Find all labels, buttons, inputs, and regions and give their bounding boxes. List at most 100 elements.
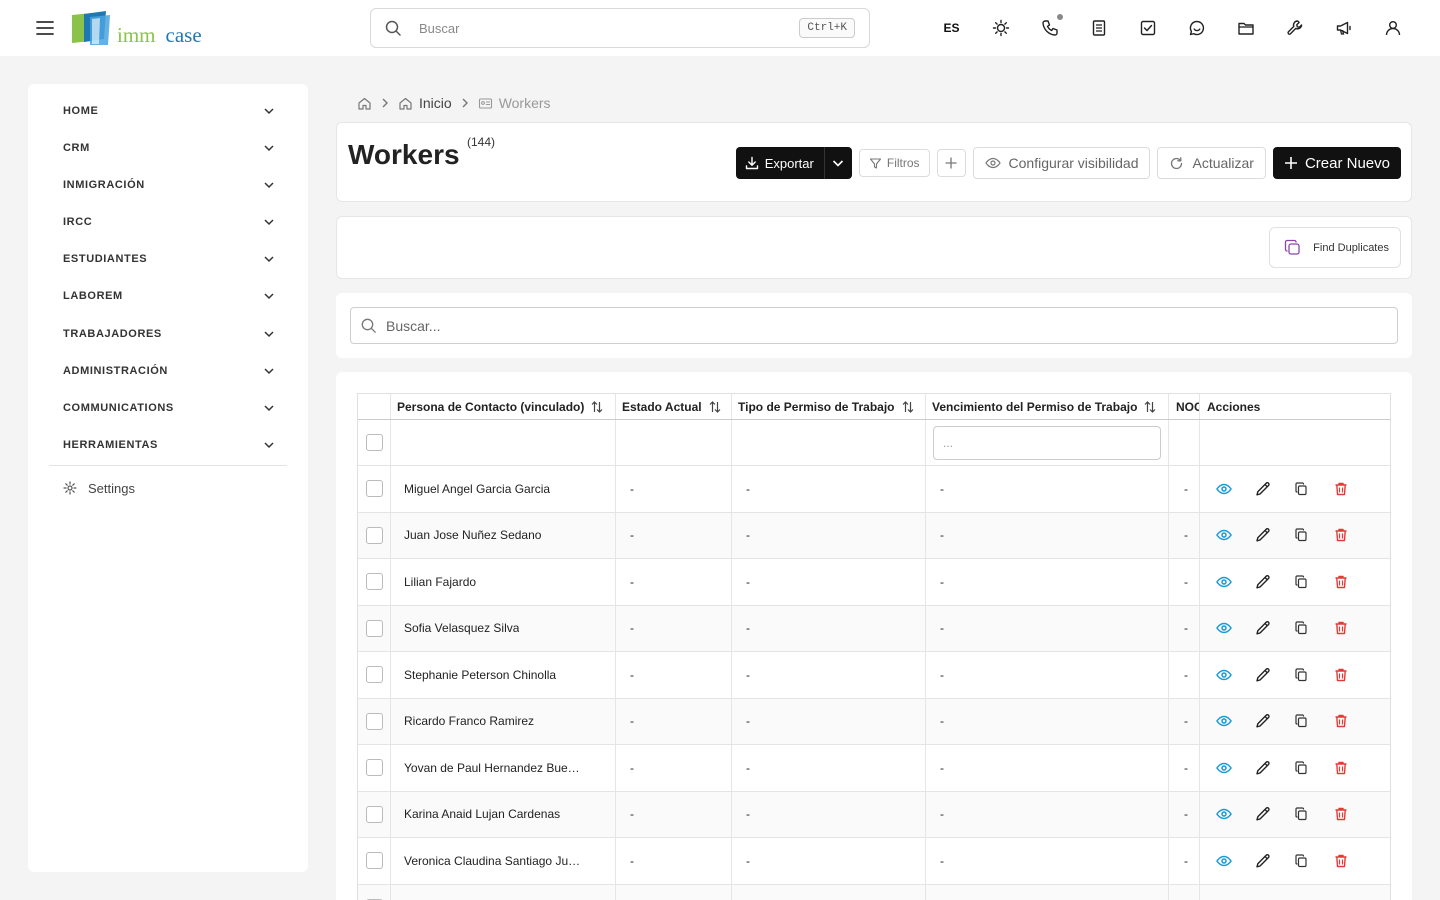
global-search-input[interactable] xyxy=(419,20,779,36)
edit-icon[interactable] xyxy=(1255,616,1294,640)
tasks-button[interactable] xyxy=(1123,8,1172,48)
sort-icon[interactable] xyxy=(1143,400,1157,414)
copy-icon[interactable] xyxy=(1294,477,1333,501)
filters-button[interactable]: Filtros xyxy=(858,149,930,177)
sort-icon[interactable] xyxy=(590,400,604,414)
edit-icon[interactable] xyxy=(1255,663,1294,687)
view-icon[interactable] xyxy=(1216,802,1255,826)
view-icon[interactable] xyxy=(1216,616,1255,640)
tools-button[interactable] xyxy=(1270,8,1319,48)
sidebar-item-administracion[interactable]: ADMINISTRACIÓN xyxy=(63,358,275,384)
copy-icon[interactable] xyxy=(1294,663,1333,687)
home-icon[interactable] xyxy=(357,96,372,111)
sort-icon[interactable] xyxy=(708,400,722,414)
announcements-button[interactable] xyxy=(1319,8,1368,48)
edit-icon[interactable] xyxy=(1255,477,1294,501)
table-search[interactable] xyxy=(350,307,1398,344)
delete-icon[interactable] xyxy=(1333,663,1372,687)
refresh-button[interactable]: Actualizar xyxy=(1157,147,1266,179)
view-icon[interactable] xyxy=(1216,895,1255,900)
notes-button[interactable] xyxy=(1074,8,1123,48)
documents-button[interactable] xyxy=(1221,8,1270,48)
breadcrumb-inicio[interactable]: Inicio xyxy=(419,95,452,111)
sidebar-item-laborem[interactable]: LABOREM xyxy=(63,283,275,309)
edit-icon[interactable] xyxy=(1255,570,1294,594)
edit-icon[interactable] xyxy=(1255,523,1294,547)
copy-icon[interactable] xyxy=(1294,895,1333,900)
edit-icon[interactable] xyxy=(1255,895,1294,900)
table-row[interactable]: Karina Anaid Lujan Cardenas - - - - xyxy=(358,791,1390,838)
edit-icon[interactable] xyxy=(1255,709,1294,733)
copy-icon[interactable] xyxy=(1294,849,1333,873)
vencimiento-filter-input[interactable] xyxy=(933,425,1161,460)
table-row[interactable]: Ricardo Franco Ramirez - - - - xyxy=(358,698,1390,745)
sidebar-item-inmigracion[interactable]: INMIGRACIÓN xyxy=(63,172,275,198)
column-header-tipo-permiso[interactable]: Tipo de Permiso de Trabajo xyxy=(732,394,926,419)
delete-icon[interactable] xyxy=(1333,477,1372,501)
select-all-checkbox[interactable] xyxy=(365,434,383,451)
copy-icon[interactable] xyxy=(1294,802,1333,826)
edit-icon[interactable] xyxy=(1255,802,1294,826)
profile-button[interactable] xyxy=(1368,8,1417,48)
phone-button[interactable] xyxy=(1025,8,1074,48)
table-row[interactable]: Lilian Fajardo - - - - xyxy=(358,559,1390,606)
export-dropdown-button[interactable] xyxy=(823,147,852,179)
add-filter-button[interactable] xyxy=(936,149,966,177)
theme-toggle-button[interactable] xyxy=(976,8,1025,48)
row-checkbox[interactable] xyxy=(365,712,383,730)
delete-icon[interactable] xyxy=(1333,756,1372,780)
view-icon[interactable] xyxy=(1216,477,1255,501)
delete-icon[interactable] xyxy=(1333,709,1372,733)
column-header-contacto[interactable]: Persona de Contacto (vinculado) xyxy=(391,394,616,419)
table-row[interactable]: Miguel Angel Garcia Garcia - - - - xyxy=(358,466,1390,513)
row-checkbox[interactable] xyxy=(365,526,383,544)
sidebar-item-estudiantes[interactable]: ESTUDIANTES xyxy=(63,246,275,272)
delete-icon[interactable] xyxy=(1333,616,1372,640)
copy-icon[interactable] xyxy=(1294,756,1333,780)
table-row[interactable]: Stephanie Peterson Chinolla - - - - xyxy=(358,652,1390,699)
delete-icon[interactable] xyxy=(1333,570,1372,594)
view-icon[interactable] xyxy=(1216,709,1255,733)
chat-button[interactable] xyxy=(1172,8,1221,48)
view-icon[interactable] xyxy=(1216,756,1255,780)
delete-icon[interactable] xyxy=(1333,895,1372,900)
view-icon[interactable] xyxy=(1216,663,1255,687)
view-icon[interactable] xyxy=(1216,523,1255,547)
column-header-vencimiento[interactable]: Vencimiento del Permiso de Trabajo xyxy=(926,394,1169,419)
language-button[interactable]: ES xyxy=(927,8,976,48)
table-row[interactable]: Veronica Claudina Santiago Ju… - - - - xyxy=(358,838,1390,885)
copy-icon[interactable] xyxy=(1294,523,1333,547)
column-header-noc[interactable]: NOC xyxy=(1169,394,1200,419)
table-row[interactable] xyxy=(358,884,1390,900)
sidebar-item-communications[interactable]: COMMUNICATIONS xyxy=(63,395,275,421)
delete-icon[interactable] xyxy=(1333,849,1372,873)
sort-icon[interactable] xyxy=(901,400,915,414)
sidebar-item-trabajadores[interactable]: TRABAJADORES xyxy=(63,321,275,347)
edit-icon[interactable] xyxy=(1255,849,1294,873)
row-checkbox[interactable] xyxy=(365,480,383,498)
row-checkbox[interactable] xyxy=(365,619,383,637)
view-icon[interactable] xyxy=(1216,570,1255,594)
logo[interactable]: imm case xyxy=(70,11,210,47)
find-duplicates-button[interactable]: Find Duplicates xyxy=(1269,227,1401,268)
column-header-estado[interactable]: Estado Actual xyxy=(616,394,732,419)
row-checkbox[interactable] xyxy=(365,852,383,870)
export-button[interactable]: Exportar xyxy=(735,147,824,179)
sidebar-item-ircc[interactable]: IRCC xyxy=(63,209,275,235)
row-checkbox[interactable] xyxy=(365,759,383,777)
row-checkbox[interactable] xyxy=(365,805,383,823)
copy-icon[interactable] xyxy=(1294,709,1333,733)
visibility-settings-button[interactable]: Configurar visibilidad xyxy=(972,147,1151,179)
table-row[interactable]: Juan Jose Nuñez Sedano - - - - xyxy=(358,512,1390,559)
table-row[interactable]: Yovan de Paul Hernandez Bue… - - - - xyxy=(358,745,1390,792)
edit-icon[interactable] xyxy=(1255,756,1294,780)
hamburger-menu-icon[interactable] xyxy=(34,17,56,39)
copy-icon[interactable] xyxy=(1294,616,1333,640)
table-row[interactable]: Sofia Velasquez Silva - - - - xyxy=(358,605,1390,652)
sidebar-item-crm[interactable]: CRM xyxy=(63,135,275,161)
global-search[interactable]: Ctrl+K xyxy=(370,8,870,48)
delete-icon[interactable] xyxy=(1333,523,1372,547)
row-checkbox[interactable] xyxy=(365,573,383,591)
table-search-input[interactable] xyxy=(386,317,1366,334)
sidebar-item-herramientas[interactable]: HERRAMIENTAS xyxy=(63,432,275,458)
